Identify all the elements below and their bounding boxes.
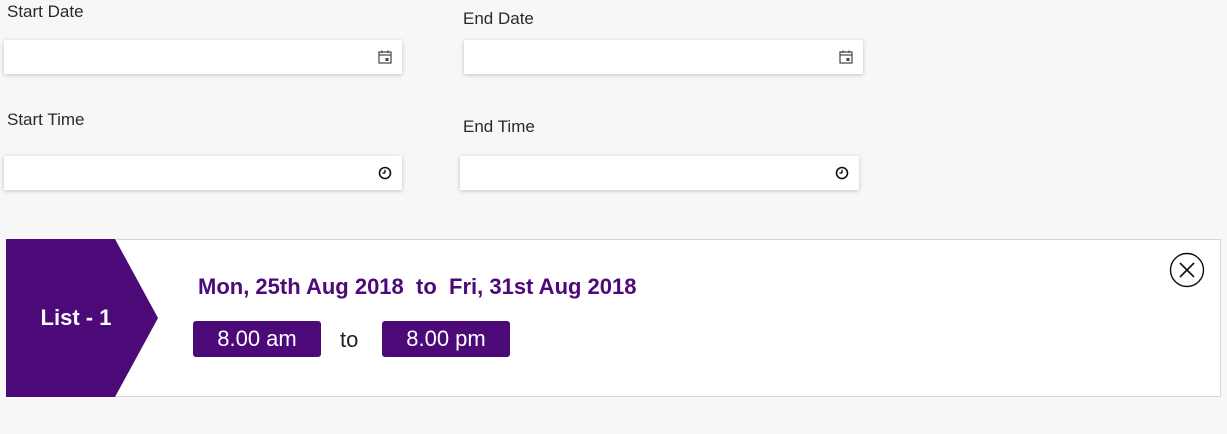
calendar-icon[interactable] xyxy=(829,40,863,74)
list-card: List - 1 Mon, 25th Aug 2018 to Fri, 31st… xyxy=(6,239,1221,397)
date-separator: to xyxy=(416,274,437,299)
start-date-label: Start Date xyxy=(7,2,84,21)
start-date-field[interactable] xyxy=(4,40,402,74)
start-date-input[interactable] xyxy=(4,40,362,74)
list-tag: List - 1 xyxy=(6,239,158,397)
end-time-input[interactable] xyxy=(460,156,819,190)
end-date-label: End Date xyxy=(463,9,534,28)
close-icon[interactable] xyxy=(1169,252,1205,288)
end-time-field[interactable] xyxy=(460,156,859,190)
list-tag-label: List - 1 xyxy=(40,305,112,330)
date-range: Mon, 25th Aug 2018 to Fri, 31st Aug 2018 xyxy=(198,274,637,300)
date-from: Mon, 25th Aug 2018 xyxy=(198,274,404,299)
clock-icon[interactable] xyxy=(368,156,402,190)
date-to: Fri, 31st Aug 2018 xyxy=(449,274,637,299)
time-from-badge: 8.00 am xyxy=(193,321,321,357)
start-time-field[interactable] xyxy=(4,156,402,190)
start-time-label: Start Time xyxy=(7,110,85,129)
time-separator: to xyxy=(340,327,359,352)
calendar-icon[interactable] xyxy=(368,40,402,74)
clock-icon[interactable] xyxy=(825,156,859,190)
start-time-input[interactable] xyxy=(4,156,362,190)
time-to-badge: 8.00 pm xyxy=(382,321,510,357)
end-date-input[interactable] xyxy=(464,40,823,74)
end-time-label: End Time xyxy=(463,117,535,136)
end-date-field[interactable] xyxy=(464,40,863,74)
